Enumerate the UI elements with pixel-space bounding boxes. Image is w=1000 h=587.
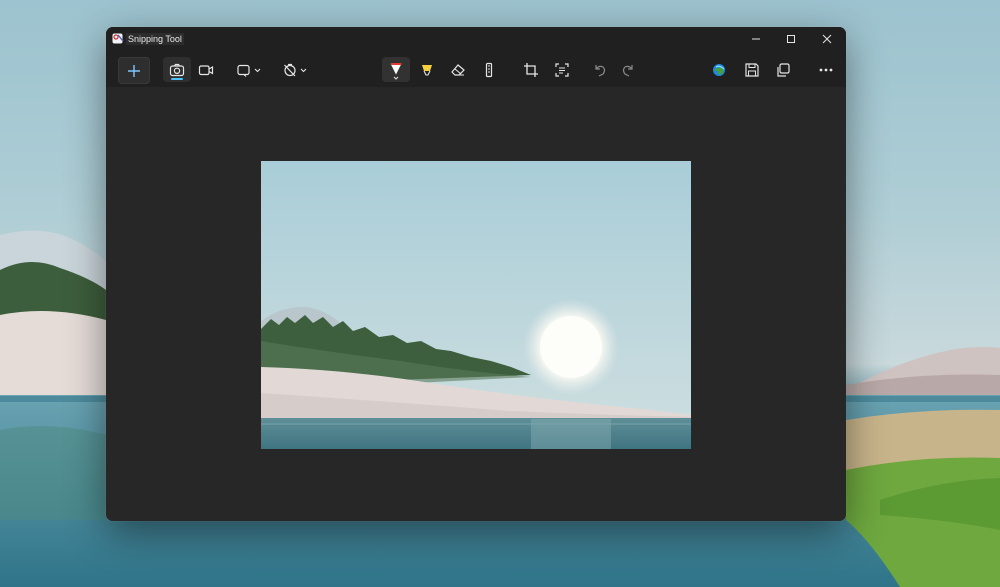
desktop-wallpaper: Snipping Tool: [0, 0, 1000, 587]
toolbar: [106, 51, 846, 87]
snipping-tool-app-icon: [112, 33, 124, 44]
delay-timer-dropdown[interactable]: [280, 57, 314, 82]
active-mode-indicator: [171, 78, 183, 80]
ruler-icon: [485, 62, 493, 77]
window-title: Snipping Tool: [126, 33, 184, 45]
undo-button[interactable]: [586, 57, 614, 82]
chevron-down-icon: [254, 68, 261, 72]
maximize-icon: [787, 35, 795, 43]
editing-canvas: [106, 87, 846, 521]
share-edge-button[interactable]: [705, 57, 733, 82]
redo-button[interactable]: [614, 57, 642, 82]
ruler-button[interactable]: [475, 57, 503, 82]
rectangle-snip-icon: [237, 64, 261, 77]
new-snip-button[interactable]: [118, 57, 150, 84]
ballpoint-pen-icon: [390, 62, 402, 80]
undo-icon: [595, 64, 606, 77]
more-icon: [819, 68, 833, 71]
eraser-icon: [451, 63, 465, 76]
minimize-icon: [752, 38, 760, 40]
maximize-button[interactable]: [773, 27, 809, 51]
snip-mode-button[interactable]: [163, 57, 191, 82]
timer-off-icon: [284, 63, 307, 76]
save-button[interactable]: [738, 57, 766, 82]
crop-button[interactable]: [517, 57, 545, 82]
highlighter-button[interactable]: [413, 57, 441, 82]
edge-icon: [713, 63, 725, 76]
close-button[interactable]: [809, 27, 845, 51]
eraser-button[interactable]: [444, 57, 472, 82]
text-actions-button[interactable]: [548, 57, 576, 82]
copy-button[interactable]: [769, 57, 797, 82]
plus-icon: [128, 64, 140, 77]
camera-icon: [169, 63, 185, 76]
copy-icon: [777, 62, 790, 77]
redo-icon: [622, 64, 633, 77]
minimize-button[interactable]: [738, 27, 774, 51]
snipping-tool-window: Snipping Tool: [106, 27, 846, 521]
video-icon: [198, 64, 214, 75]
crop-icon: [524, 62, 538, 77]
captured-screenshot[interactable]: [261, 161, 691, 449]
text-actions-icon: [555, 62, 569, 77]
snip-shape-dropdown[interactable]: [234, 57, 268, 82]
save-icon: [745, 62, 759, 77]
chevron-down-icon: [300, 68, 307, 72]
ballpoint-pen-button[interactable]: [382, 57, 410, 82]
close-icon: [822, 34, 832, 44]
title-bar[interactable]: Snipping Tool: [106, 27, 846, 51]
record-mode-button[interactable]: [192, 57, 220, 82]
more-options-button[interactable]: [812, 57, 840, 82]
highlighter-icon: [422, 64, 432, 76]
